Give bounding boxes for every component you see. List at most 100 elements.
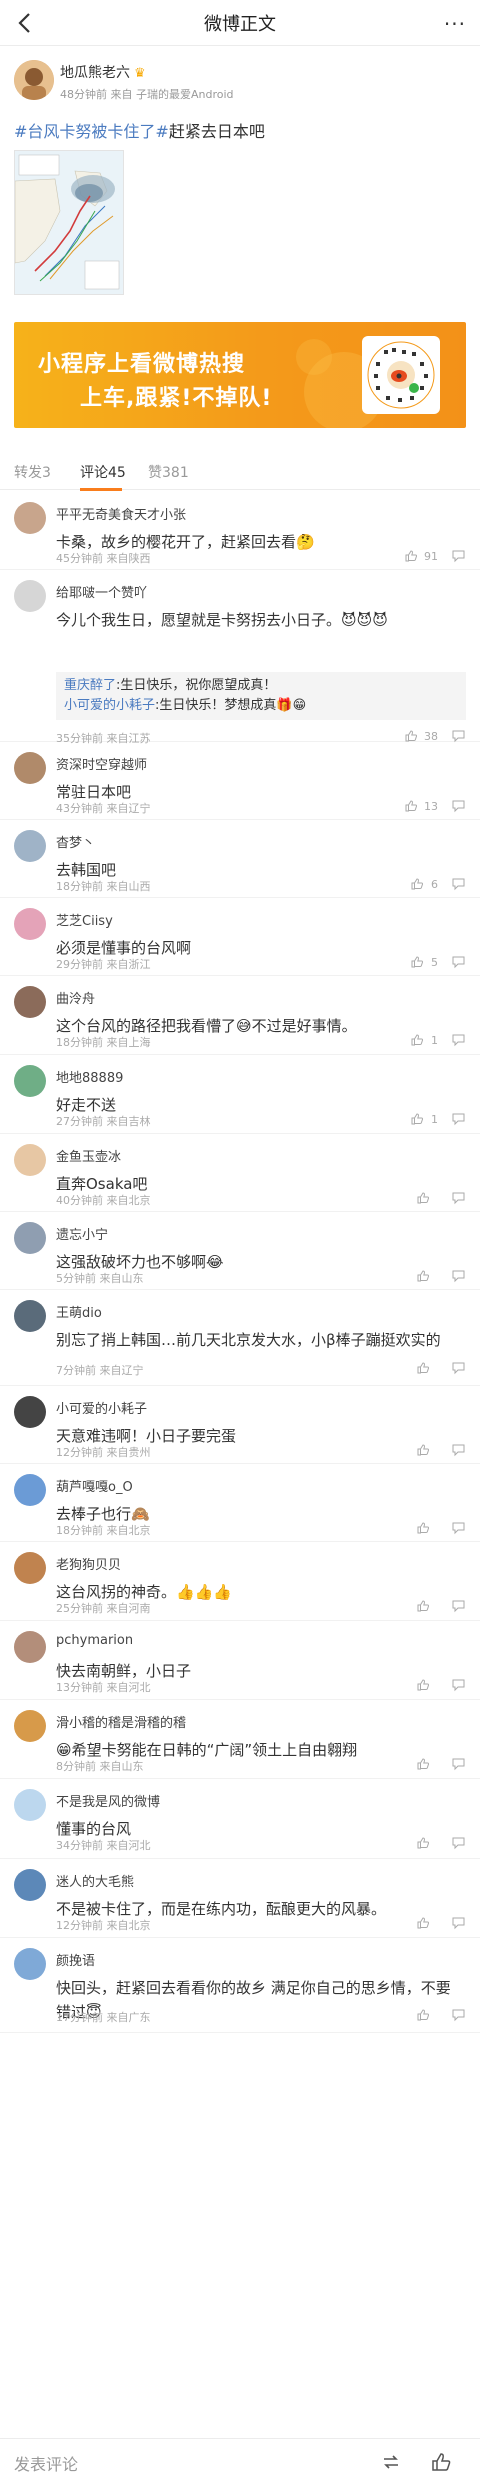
repost-icon[interactable] bbox=[380, 2451, 402, 2473]
comment-item[interactable]: 给耶啵一个赞吖 今儿个我生日，愿望就是卡努拐去小日子。😈😈😈 35分钟前 来自江苏 3… bbox=[0, 570, 480, 745]
thumbs-up-icon[interactable] bbox=[416, 1757, 430, 1771]
comment-item[interactable]: 迷人的大毛熊 不是被卡住了，而是在练内功，酝酿更大的风暴。 12分钟前 来自北京 bbox=[0, 1859, 480, 1938]
commenter-name[interactable]: 平平无奇美食天才小张 bbox=[56, 504, 186, 523]
commenter-name[interactable]: 给耶啵一个赞吖 bbox=[56, 582, 147, 601]
commenter-name[interactable]: 老狗狗贝贝 bbox=[56, 1554, 121, 1573]
thumbs-up-icon[interactable] bbox=[416, 1269, 430, 1283]
author-avatar[interactable] bbox=[14, 60, 54, 100]
comment-item[interactable]: 葫芦嘎嘎o_O 去棒子也行🙈 18分钟前 来自北京 bbox=[0, 1464, 480, 1542]
author-name-text[interactable]: 地瓜熊老六 bbox=[60, 65, 130, 81]
comment-item[interactable]: 颜挽语 快回头，赶紧回去看看你的故乡 满足你自己的思乡情，不要错过😇 17分钟前 来… bbox=[0, 1938, 480, 2033]
reply-bubble-icon[interactable] bbox=[451, 1916, 466, 1930]
reply-bubble-icon[interactable] bbox=[451, 729, 466, 743]
commenter-avatar[interactable] bbox=[14, 580, 46, 612]
comment-item[interactable]: 遗忘小宁 这强敌破坏力也不够啊😂 5分钟前 来自山东 bbox=[0, 1212, 480, 1290]
thumbs-up-icon[interactable] bbox=[410, 877, 424, 891]
commenter-avatar[interactable] bbox=[14, 1710, 46, 1742]
reply-bubble-icon[interactable] bbox=[451, 1033, 466, 1047]
commenter-avatar[interactable] bbox=[14, 908, 46, 940]
commenter-name[interactable]: 资深时空穿越师 bbox=[56, 754, 147, 773]
commenter-name[interactable]: 小可爱的小耗子 bbox=[56, 1398, 147, 1417]
tab-comments[interactable]: 评论45 bbox=[80, 462, 126, 482]
reply-bubble-icon[interactable] bbox=[451, 1269, 466, 1283]
commenter-avatar[interactable] bbox=[14, 1222, 46, 1254]
comment-item[interactable]: 王萌dio 别忘了捎上韩国…前几天北京发大水，小β棒子蹦挺欢实的 7分钟前 来自辽宁 bbox=[0, 1290, 480, 1386]
thumbs-up-icon[interactable] bbox=[410, 955, 424, 969]
comment-item[interactable]: 小可爱的小耗子 天意难违啊！小日子要完蛋 12分钟前 来自贵州 bbox=[0, 1386, 480, 1464]
commenter-name[interactable]: 遗忘小宁 bbox=[56, 1224, 108, 1243]
commenter-name[interactable]: pchymarion bbox=[56, 1633, 133, 1648]
reply-author[interactable]: 小可爱的小耗子 bbox=[64, 698, 155, 713]
thumbs-up-icon[interactable] bbox=[416, 1678, 430, 1692]
reply-bubble-icon[interactable] bbox=[451, 877, 466, 891]
reply-bubble-icon[interactable] bbox=[451, 1521, 466, 1535]
commenter-name[interactable]: 地地88889 bbox=[56, 1067, 123, 1086]
comment-item[interactable]: 滑小稽的稽是滑稽的稽 😁希望卡努能在日韩的“广阔”领土上自由翱翔 8分钟前 来自山东 bbox=[0, 1700, 480, 1779]
reply-bubble-icon[interactable] bbox=[451, 1361, 466, 1375]
reply-author[interactable]: 重庆醉了 bbox=[64, 678, 116, 693]
commenter-avatar[interactable] bbox=[14, 1396, 46, 1428]
commenter-avatar[interactable] bbox=[14, 1552, 46, 1584]
thumbs-up-icon[interactable] bbox=[416, 1599, 430, 1613]
tab-likes[interactable]: 赞381 bbox=[148, 462, 189, 482]
thumbs-up-icon[interactable] bbox=[416, 1361, 430, 1375]
commenter-avatar[interactable] bbox=[14, 1869, 46, 1901]
commenter-name[interactable]: 颜挽语 bbox=[56, 1950, 95, 1969]
reply-bubble-icon[interactable] bbox=[451, 1757, 466, 1771]
thumbs-up-icon[interactable] bbox=[416, 2008, 430, 2022]
reply-bubble-icon[interactable] bbox=[451, 1112, 466, 1126]
commenter-name[interactable]: 葫芦嘎嘎o_O bbox=[56, 1476, 133, 1495]
author-name[interactable]: 地瓜熊老六 ♛ bbox=[60, 62, 146, 82]
commenter-avatar[interactable] bbox=[14, 502, 46, 534]
mini-program-banner[interactable]: 小程序上看微博热搜 上车,跟紧!不掉队! bbox=[14, 322, 466, 428]
comment-item[interactable]: 平平无奇美食天才小张 卡桑，故乡的樱花开了，赶紧回去看🤔 45分钟前 来自陕西 91 bbox=[0, 492, 480, 570]
comment-item[interactable]: 不是我是风的微博 懂事的台风 34分钟前 来自河北 bbox=[0, 1779, 480, 1859]
comment-item[interactable]: 资深时空穿越师 常驻日本吧 43分钟前 来自辽宁 13 bbox=[0, 742, 480, 820]
comment-item[interactable]: 杳梦丶 去韩国吧 18分钟前 来自山西 6 bbox=[0, 820, 480, 898]
comment-item[interactable]: 老狗狗贝贝 这台风拐的神奇。👍👍👍 25分钟前 来自河南 bbox=[0, 1542, 480, 1621]
post-hashtag-link[interactable]: #台风卡努被卡住了# bbox=[14, 122, 169, 141]
comment-item[interactable]: 金鱼玉壶冰 直奔Osaka吧 40分钟前 来自北京 bbox=[0, 1134, 480, 1212]
comment-item[interactable]: pchymarion 快去南朝鲜，小日子 13分钟前 来自河北 bbox=[0, 1621, 480, 1700]
reply-bubble-icon[interactable] bbox=[451, 1599, 466, 1613]
commenter-name[interactable]: 王萌dio bbox=[56, 1302, 102, 1321]
thumbs-up-icon[interactable] bbox=[416, 1836, 430, 1850]
commenter-name[interactable]: 金鱼玉壶冰 bbox=[56, 1146, 121, 1165]
commenter-name[interactable]: 迷人的大毛熊 bbox=[56, 1871, 134, 1890]
like-icon[interactable] bbox=[430, 2451, 452, 2473]
tab-repost[interactable]: 转发3 bbox=[14, 462, 51, 482]
thumbs-up-icon[interactable] bbox=[416, 1191, 430, 1205]
thumbs-up-icon[interactable] bbox=[416, 1521, 430, 1535]
commenter-name[interactable]: 杳梦丶 bbox=[56, 832, 95, 851]
comment-item[interactable]: 地地88889 好走不送 27分钟前 来自吉林 1 bbox=[0, 1055, 480, 1134]
commenter-avatar[interactable] bbox=[14, 752, 46, 784]
reply-bubble-icon[interactable] bbox=[451, 955, 466, 969]
reply-bubble-icon[interactable] bbox=[451, 2008, 466, 2022]
comment-item[interactable]: 曲泠舟 这个台风的路径把我看懵了😅不过是好事情。 18分钟前 来自上海 1 bbox=[0, 976, 480, 1055]
thumbs-up-icon[interactable] bbox=[410, 1033, 424, 1047]
reply-bubble-icon[interactable] bbox=[451, 799, 466, 813]
commenter-name[interactable]: 芝芝Ciisy bbox=[56, 910, 113, 929]
commenter-avatar[interactable] bbox=[14, 1300, 46, 1332]
reply-bubble-icon[interactable] bbox=[451, 1678, 466, 1692]
comment-input[interactable]: 发表评论 bbox=[14, 2451, 78, 2475]
comment-item[interactable]: 芝芝Ciisy 必须是懂事的台风啊 29分钟前 来自浙江 5 bbox=[0, 898, 480, 976]
thumbs-up-icon[interactable] bbox=[404, 799, 418, 813]
thumbs-up-icon[interactable] bbox=[416, 1443, 430, 1457]
commenter-avatar[interactable] bbox=[14, 1948, 46, 1980]
commenter-avatar[interactable] bbox=[14, 1065, 46, 1097]
nested-replies[interactable]: 重庆醉了:生日快乐，祝你愿望成真！ 小可爱的小耗子:生日快乐！梦想成真🎁😁 bbox=[56, 672, 466, 720]
thumbs-up-icon[interactable] bbox=[410, 1112, 424, 1126]
commenter-avatar[interactable] bbox=[14, 1789, 46, 1821]
commenter-avatar[interactable] bbox=[14, 830, 46, 862]
commenter-avatar[interactable] bbox=[14, 1631, 46, 1663]
more-options-icon[interactable]: ··· bbox=[444, 12, 466, 36]
thumbs-up-icon[interactable] bbox=[404, 549, 418, 563]
back-arrow-icon[interactable] bbox=[12, 10, 38, 36]
reply-bubble-icon[interactable] bbox=[451, 1191, 466, 1205]
commenter-avatar[interactable] bbox=[14, 1474, 46, 1506]
reply-bubble-icon[interactable] bbox=[451, 1443, 466, 1457]
thumbs-up-icon[interactable] bbox=[404, 729, 418, 743]
commenter-avatar[interactable] bbox=[14, 986, 46, 1018]
thumbs-up-icon[interactable] bbox=[416, 1916, 430, 1930]
